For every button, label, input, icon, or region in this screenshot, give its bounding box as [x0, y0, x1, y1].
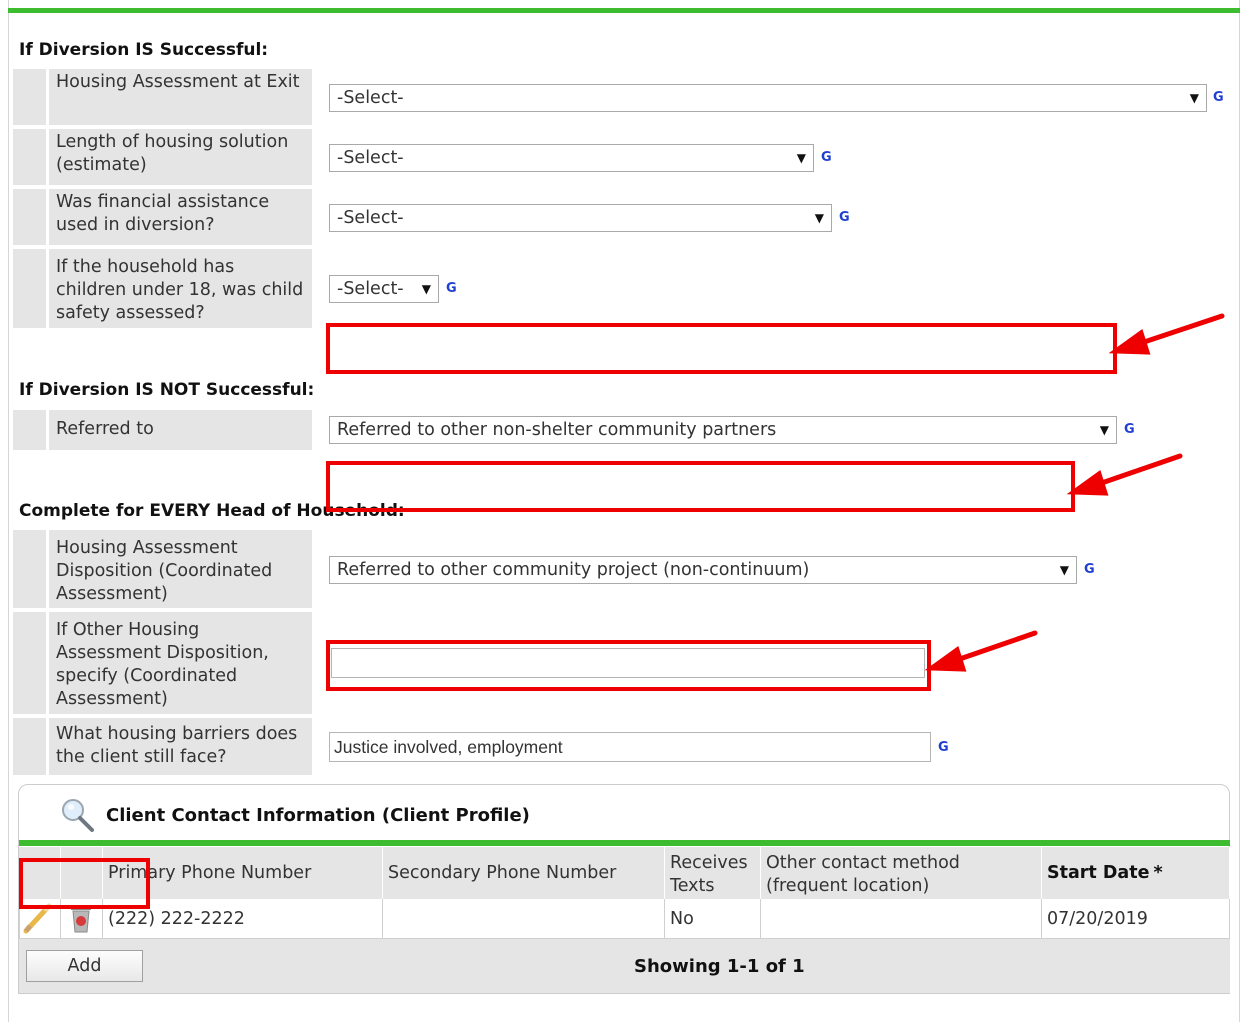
annotation-arrows	[924, 313, 1225, 672]
annotation-arrowhead-icon	[924, 645, 967, 672]
annotation-arrowhead-icon	[1066, 469, 1109, 496]
annotation-arrow-icon	[1090, 453, 1183, 489]
annotation-arrowhead-icon	[1108, 328, 1151, 355]
annotation-arrow-icon	[948, 630, 1038, 665]
annotation-arrow-icon	[1132, 313, 1225, 348]
